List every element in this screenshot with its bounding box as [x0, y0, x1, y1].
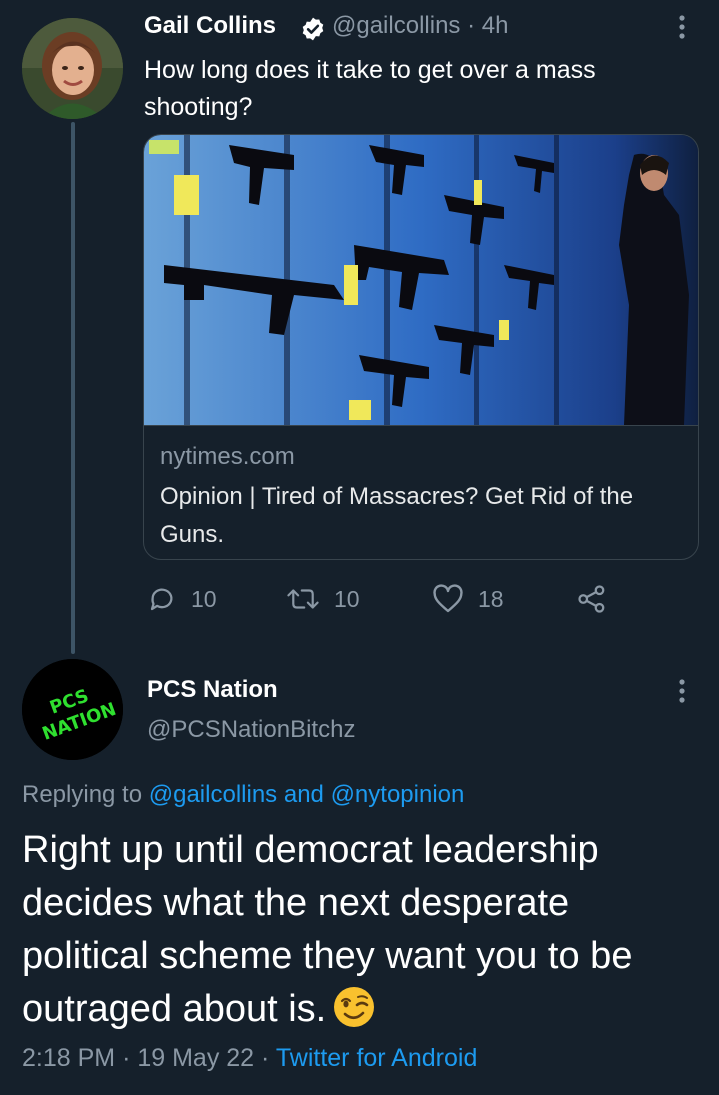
verified-badge-icon: [300, 16, 326, 42]
replying-to-line: Replying to @gailcollins and @nytopinion: [22, 781, 464, 809]
tweet2-text-body: Right up until democrat leadership decid…: [22, 829, 633, 1030]
tweet1-handle-time[interactable]: @gailcollins · 4h: [332, 12, 508, 40]
replying-and[interactable]: and: [284, 781, 324, 808]
meta-dot-2: ·: [261, 1044, 270, 1072]
tweet1-text: How long does it take to get over a mass…: [144, 56, 596, 121]
reply-count: 10: [191, 585, 217, 612]
tweet2-author-name[interactable]: PCS Nation: [147, 676, 278, 704]
retweet-button[interactable]: 10: [286, 584, 360, 614]
tweet2-source[interactable]: Twitter for Android: [276, 1044, 477, 1072]
retweet-icon: [287, 589, 319, 609]
more-options-icon[interactable]: [670, 12, 694, 42]
share-button[interactable]: [577, 584, 621, 614]
avatar-gail-collins[interactable]: [22, 18, 123, 119]
thread-connector-line: [71, 122, 75, 654]
winking-face-emoji: [332, 985, 376, 1029]
avatar-pcs-nation[interactable]: PCS NATION: [22, 659, 123, 760]
card-image-gun-wall: [144, 135, 698, 425]
like-icon: [433, 584, 463, 613]
meta-dot-1: ·: [122, 1044, 131, 1072]
card-divider: [144, 425, 698, 426]
tweet1-author-name[interactable]: Gail Collins: [144, 12, 276, 40]
replying-prefix: Replying to: [22, 781, 143, 808]
share-icon: [578, 585, 605, 613]
mention-nytopinion[interactable]: @nytopinion: [331, 781, 465, 808]
like-count: 18: [478, 585, 504, 612]
link-preview-card[interactable]: nytimes.com Opinion | Tired of Massacres…: [143, 134, 699, 560]
tweet1-handle[interactable]: @gailcollins: [332, 12, 460, 39]
tweet2-date: 19 May 22: [137, 1044, 255, 1072]
card-title: Opinion | Tired of Massacres? Get Rid of…: [160, 483, 634, 548]
tweet2-time: 2:18 PM: [22, 1044, 116, 1072]
card-domain: nytimes.com: [160, 443, 295, 470]
like-button[interactable]: 18: [432, 584, 504, 614]
separator-dot: ·: [467, 12, 476, 39]
retweet-count: 10: [334, 585, 360, 612]
tweet2-metadata: 2:18 PM · 19 May 22 · Twitter for Androi…: [22, 1044, 477, 1073]
more-options-icon[interactable]: [670, 676, 694, 706]
reply-button[interactable]: 10: [147, 584, 217, 614]
tweet2-handle[interactable]: @PCSNationBitchz: [147, 716, 355, 744]
tweet2-text: Right up until democrat leadership decid…: [22, 824, 702, 1036]
mention-gailcollins[interactable]: @gailcollins: [149, 781, 277, 808]
reply-icon: [150, 588, 173, 611]
tweet1-time[interactable]: 4h: [482, 12, 509, 39]
